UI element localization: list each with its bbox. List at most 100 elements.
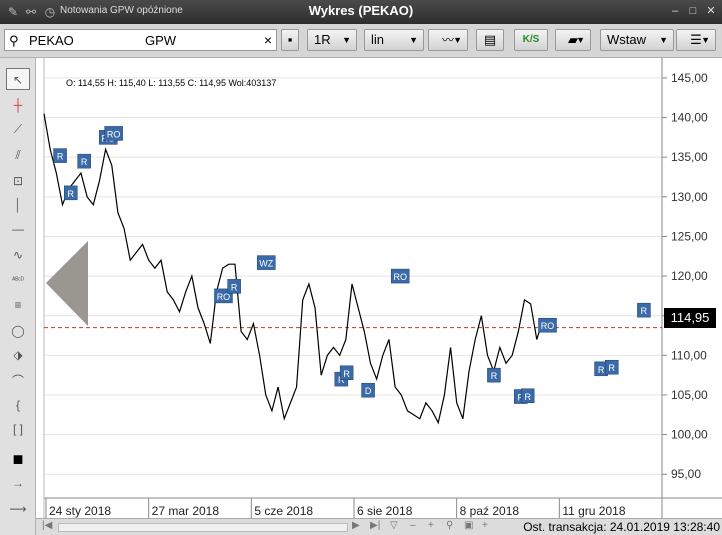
horizontal-scrollbar[interactable]	[58, 523, 348, 532]
wave-label-tool-icon[interactable]: ᴬᴮᶜᴰ	[6, 270, 30, 292]
event-marker-label: R	[609, 363, 616, 373]
event-marker-label: R	[343, 369, 350, 379]
event-marker-label: RO	[393, 272, 407, 282]
drawing-tools: ↖ ┼ ⟋ ⫽ ⊡ │ — ∿ ᴬᴮᶜᴰ ≡ ◯ ⬗ ⌒ { [ ] ■ → ⟶	[0, 58, 36, 535]
scroll-start-icon[interactable]: |◀	[42, 520, 52, 531]
zigzag-tool-icon[interactable]: ∿	[6, 244, 30, 266]
event-marker-label: WZ	[259, 259, 273, 269]
chevron-down-icon: ▼	[453, 35, 462, 45]
chevron-down-icon: ▼	[659, 35, 668, 45]
expand-icon[interactable]: +	[482, 520, 488, 531]
square-icon: ▪	[287, 32, 293, 47]
chart-area[interactable]: 145,00140,00135,00130,00125,00120,00115,…	[36, 58, 722, 535]
maximize-icon[interactable]: □	[686, 3, 700, 19]
event-marker-label: R	[68, 189, 75, 199]
comment-button[interactable]: ▰ ▼	[555, 29, 591, 51]
app-title: Notowania GPW opóźnione	[60, 5, 183, 16]
scroll-right-icon[interactable]: ▶	[352, 520, 360, 531]
arc-tool-icon[interactable]: ⌒	[6, 370, 30, 392]
y-tick-label: 125,00	[671, 229, 708, 243]
event-marker-label: R	[491, 371, 498, 381]
symbol-input[interactable]: PEKAO	[29, 33, 74, 48]
status-bar: |◀ ▶ ▶| ▽ – + ⚲ ▣ + Ost. transakcja: 24.…	[36, 518, 722, 535]
x-tick-label: 8 paź 2018	[460, 504, 520, 518]
ellipse-tool-icon[interactable]: ◯	[6, 320, 30, 342]
minus-icon[interactable]: –	[410, 520, 416, 531]
insert-button[interactable]: Wstaw ▼	[600, 29, 674, 51]
interval-value: 1R	[314, 32, 331, 47]
chevron-down-icon: ▼	[701, 35, 710, 45]
chevron-down-icon: ▼	[576, 35, 585, 45]
chevron-down-icon: ▼	[409, 35, 418, 45]
channel-tool-icon[interactable]: ⫽	[6, 144, 30, 166]
clock-icon[interactable]: ◷	[42, 4, 58, 20]
y-tick-label: 120,00	[671, 269, 708, 283]
y-tick-label: 95,00	[671, 467, 701, 481]
symbol-search[interactable]: ⚲ PEKAO GPW ×	[4, 29, 277, 51]
x-tick-label: 24 sty 2018	[49, 504, 111, 518]
text-box-tool-icon[interactable]: ⊡	[6, 170, 30, 192]
x-tick-label: 6 sie 2018	[357, 504, 413, 518]
table-button[interactable]: ▤	[476, 29, 504, 51]
color-picker-icon[interactable]: ■	[6, 448, 30, 470]
arrow-right-tool-icon[interactable]: →	[6, 472, 30, 494]
fibonacci-tool-icon[interactable]: ≡	[6, 294, 30, 316]
scale-value: lin	[371, 32, 385, 47]
last-price-badge: 114,95	[664, 308, 716, 328]
event-marker-label: D	[365, 386, 372, 396]
zoom-icon[interactable]: ⚲	[446, 520, 453, 531]
y-tick-label: 105,00	[671, 388, 708, 402]
price-line	[43, 113, 544, 425]
event-marker-label: R	[598, 365, 605, 375]
fit-icon[interactable]: ▣	[464, 520, 473, 531]
close-icon[interactable]: ✕	[704, 3, 718, 19]
interval-select[interactable]: 1R ▼	[307, 29, 357, 51]
link-icon[interactable]: ⚯	[23, 4, 39, 20]
x-tick-label: 27 mar 2018	[152, 504, 220, 518]
ks-button[interactable]: K/S	[514, 29, 548, 51]
scroll-left-arrow	[46, 241, 88, 326]
event-marker-label: R	[641, 306, 648, 316]
instrument-button[interactable]: ▪	[281, 29, 299, 51]
chart-style-button[interactable]: 〰 ▼	[428, 29, 468, 51]
event-marker-label: RO	[107, 129, 121, 139]
y-tick-label: 140,00	[671, 111, 708, 125]
price-chart[interactable]: 145,00140,00135,00130,00125,00120,00115,…	[36, 58, 722, 518]
menu-icon: ☰	[690, 32, 702, 47]
search-icon: ⚲	[9, 33, 19, 48]
trendline-tool-icon[interactable]: ⟋	[6, 118, 30, 140]
cursor-tool-icon[interactable]: ↖	[6, 68, 30, 90]
event-marker-label: R	[524, 392, 531, 402]
last-trade-status: Ost. transakcja: 24.01.2019 13:28:40	[523, 520, 720, 534]
ks-label: K/S	[522, 34, 540, 45]
zoom-out-x-icon[interactable]: ▽	[390, 520, 398, 531]
horizontal-line-tool-icon[interactable]: —	[6, 218, 30, 240]
shapes-tool-icon[interactable]: ⬗	[6, 344, 30, 366]
chevron-down-icon: ▼	[342, 35, 351, 45]
y-tick-label: 135,00	[671, 150, 708, 164]
clear-icon[interactable]: ×	[264, 32, 272, 48]
bracket-tool-icon[interactable]: [ ]	[6, 418, 30, 440]
insert-label: Wstaw	[607, 32, 646, 47]
vertical-line-tool-icon[interactable]: │	[6, 194, 30, 216]
menu-button[interactable]: ☰ ▼	[676, 29, 716, 51]
toolbar: ⚲ PEKAO GPW × ▪ 1R ▼ lin ▼ 〰 ▼ ▤ K/S ▰ ▼ Wst…	[0, 24, 722, 58]
pin-icon[interactable]: ✎	[5, 4, 21, 20]
y-tick-label: 100,00	[671, 428, 708, 442]
market-label: GPW	[145, 33, 177, 48]
y-tick-label: 130,00	[671, 190, 708, 204]
crosshair-tool-icon[interactable]: ┼	[6, 94, 30, 116]
brace-tool-icon[interactable]: {	[6, 394, 30, 416]
event-marker-label: R	[57, 152, 64, 162]
minimize-icon[interactable]: –	[668, 3, 682, 19]
scale-select[interactable]: lin ▼	[364, 29, 424, 51]
plus-icon[interactable]: +	[428, 520, 434, 531]
y-tick-label: 145,00	[671, 71, 708, 85]
y-tick-label: 110,00	[671, 348, 707, 362]
ohlc-readout: O: 114,55 H: 115,40 L: 113,55 C: 114,95 …	[66, 78, 277, 88]
scroll-end-icon[interactable]: ▶|	[370, 520, 380, 531]
event-marker-label: RO	[541, 321, 555, 331]
event-marker-label: R	[231, 282, 238, 292]
arrow-long-tool-icon[interactable]: ⟶	[6, 498, 30, 520]
x-tick-label: 5 cze 2018	[254, 504, 313, 518]
